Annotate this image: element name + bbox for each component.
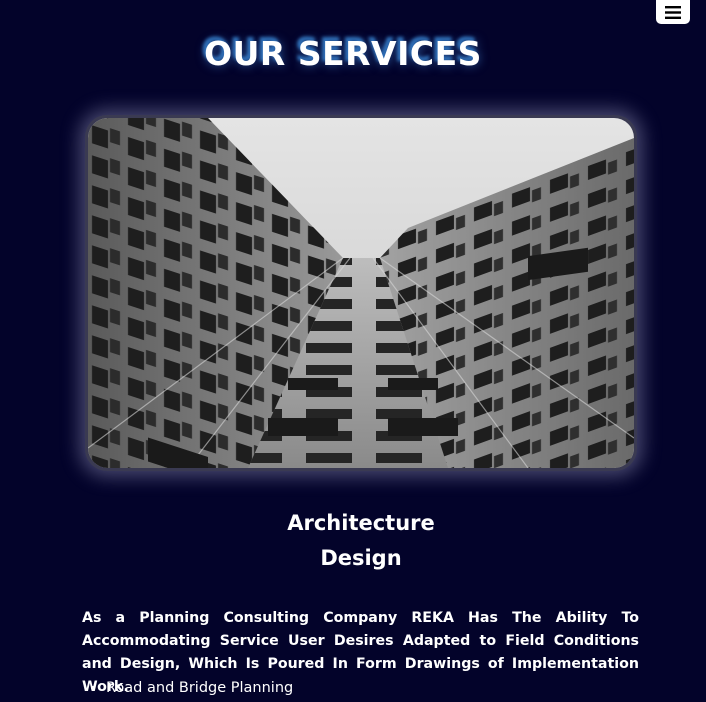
- service-image-frame: [85, 115, 637, 471]
- list-item: Road and Bridge Planning: [106, 677, 663, 699]
- building-image: [88, 118, 634, 468]
- service-list: Road and Bridge Planning: [82, 677, 663, 699]
- service-title: Architecture Design: [0, 506, 706, 576]
- services-page: OUR SERVICES Architecture Design As a Pl…: [0, 0, 706, 702]
- page-title: OUR SERVICES: [204, 34, 482, 73]
- menu-button[interactable]: [656, 0, 690, 24]
- service-title-line2: Design: [320, 546, 402, 570]
- service-title-line1: Architecture: [287, 511, 435, 535]
- hamburger-icon: [665, 5, 681, 19]
